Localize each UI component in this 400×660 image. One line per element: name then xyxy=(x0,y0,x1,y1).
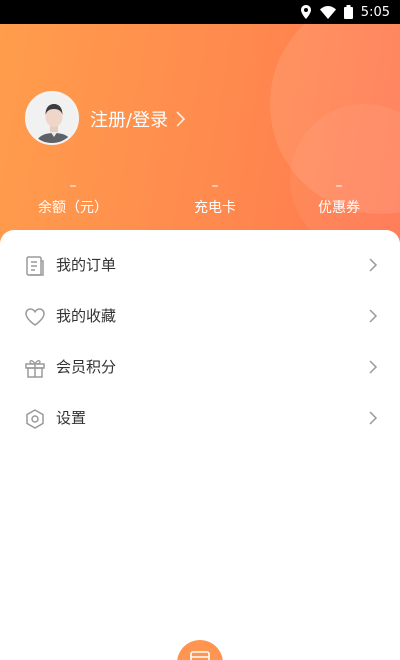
menu-item-orders[interactable]: 我的订单 xyxy=(0,240,400,290)
stat-label: 优惠券 xyxy=(318,200,360,216)
menu-item-label: 设置 xyxy=(56,409,87,427)
menu-item-settings[interactable]: 设置 xyxy=(0,393,400,443)
wifi-icon xyxy=(319,5,336,19)
chevron-right-icon xyxy=(368,308,378,324)
stat-value: – xyxy=(69,178,77,194)
login-label: 注册/登录 xyxy=(90,110,169,131)
order-list-icon xyxy=(24,255,46,277)
menu-item-favorites[interactable]: 我的收藏 xyxy=(0,291,400,341)
status-bar: 5:05 xyxy=(0,0,400,24)
stat-balance[interactable]: – 余额（元） xyxy=(28,176,118,218)
profile-header: 注册/登录 – 余额（元） – 充电卡 – 优惠券 xyxy=(0,24,400,250)
menu-item-label: 我的订单 xyxy=(56,256,117,274)
stat-charge-card[interactable]: – 充电卡 xyxy=(170,176,260,218)
chevron-right-icon xyxy=(368,257,378,273)
menu-item-label: 我的收藏 xyxy=(56,307,117,325)
login-register-link[interactable]: 注册/登录 xyxy=(90,106,186,132)
stat-value: – xyxy=(335,178,343,194)
avatar[interactable] xyxy=(25,91,79,145)
chevron-right-icon xyxy=(176,111,186,127)
stat-coupons[interactable]: – 优惠券 xyxy=(294,176,384,218)
gift-icon xyxy=(24,357,46,379)
heart-icon xyxy=(24,306,46,328)
stat-label: 余额（元） xyxy=(38,200,108,216)
chevron-right-icon xyxy=(368,410,378,426)
battery-icon xyxy=(343,5,353,19)
stat-value: – xyxy=(211,178,219,194)
menu-item-member-points[interactable]: 会员积分 xyxy=(0,342,400,392)
settings-hexagon-icon xyxy=(24,408,46,430)
stat-label: 充电卡 xyxy=(194,200,236,216)
scan-icon xyxy=(190,650,210,660)
menu-card: 我的订单 我的收藏 会员积分 设置 xyxy=(0,230,400,660)
chevron-right-icon xyxy=(368,359,378,375)
account-stats: – 余额（元） – 充电卡 – 优惠券 xyxy=(0,176,400,226)
status-time: 5:05 xyxy=(360,4,390,20)
location-icon xyxy=(300,5,312,19)
menu-item-label: 会员积分 xyxy=(56,358,117,376)
